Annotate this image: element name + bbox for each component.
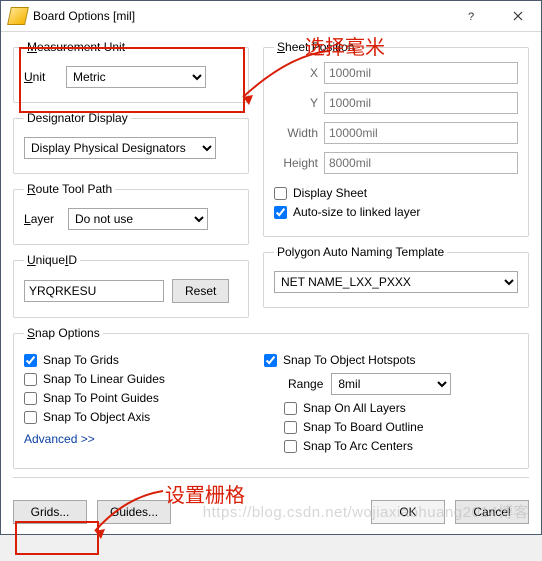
sheet-height-input [324,152,518,174]
help-icon: ? [467,11,477,21]
snap-to-hotspots-checkbox[interactable] [264,354,277,367]
display-sheet-checkbox[interactable] [274,187,287,200]
layer-label: Layer [24,212,68,226]
snap-to-grids-checkbox[interactable] [24,354,37,367]
sheet-x-label: X [274,66,324,80]
grids-button[interactable]: Grids... [13,500,87,524]
ok-button[interactable]: OK [371,500,445,524]
snap-arc-centers-label: Snap To Arc Centers [303,439,413,453]
advanced-link[interactable]: Advanced >> [24,432,95,446]
close-icon [513,11,523,21]
help-button[interactable]: ? [449,1,495,31]
designator-legend: Designator Display [24,111,131,125]
snap-all-layers-checkbox[interactable] [284,402,297,415]
polygon-template-group: Polygon Auto Naming Template NET NAME_LX… [263,245,529,308]
snap-all-layers-label: Snap On All Layers [303,401,406,415]
display-sheet-label: Display Sheet [293,186,367,200]
sheet-legend: Sheet Position [274,40,357,54]
uniqueid-legend: UniqueID [24,253,80,267]
range-label: Range [288,377,323,391]
route-legend: Route Tool Path [24,182,115,196]
range-select[interactable]: 8mil [331,373,451,395]
measurement-legend: Measurement Unit [24,40,128,54]
layer-select[interactable]: Do not use [68,208,208,230]
snap-to-linear-label: Snap To Linear Guides [43,372,165,386]
sheet-width-input [324,122,518,144]
unit-select[interactable]: Metric [66,66,206,88]
snap-legend: Snap Options [24,326,103,340]
sheet-y-input [324,92,518,114]
uniqueid-input[interactable] [24,280,164,302]
titlebar: Board Options [mil] ? [1,1,541,32]
snap-to-hotspots-label: Snap To Object Hotspots [283,353,416,367]
measurement-unit-group: Measurement Unit Unit Metric [13,40,249,103]
sheet-y-label: Y [274,96,324,110]
auto-size-label: Auto-size to linked layer [293,205,420,219]
snap-options-group: Snap Options Snap To Grids Snap To Linea… [13,326,529,469]
route-tool-path-group: Route Tool Path Layer Do not use [13,182,249,245]
snap-to-axis-checkbox[interactable] [24,411,37,424]
guides-button[interactable]: Guides... [97,500,171,524]
auto-size-checkbox[interactable] [274,206,287,219]
sheet-height-label: Height [274,156,324,170]
close-button[interactable] [495,1,541,31]
polygon-template-select[interactable]: NET NAME_LXX_PXXX [274,271,518,293]
svg-text:?: ? [468,11,474,21]
app-icon [7,7,29,25]
reset-button[interactable]: Reset [172,279,229,303]
footer: Grids... Guides... OK Cancel [1,494,541,534]
uniqueid-group: UniqueID Reset [13,253,249,318]
snap-to-point-label: Snap To Point Guides [43,391,159,405]
unit-label: Unit [24,70,66,84]
snap-to-grids-label: Snap To Grids [43,353,119,367]
sheet-position-group: Sheet Position X Y Width Height Display … [263,40,529,237]
snap-board-outline-label: Snap To Board Outline [303,420,424,434]
designator-select[interactable]: Display Physical Designators [24,137,216,159]
designator-display-group: Designator Display Display Physical Desi… [13,111,249,174]
cancel-button[interactable]: Cancel [455,500,529,524]
snap-board-outline-checkbox[interactable] [284,421,297,434]
snap-to-linear-checkbox[interactable] [24,373,37,386]
window-title: Board Options [mil] [33,9,135,23]
separator [13,477,529,478]
window: Board Options [mil] ? Measurement Unit U… [0,0,542,535]
polygon-legend: Polygon Auto Naming Template [274,245,447,259]
snap-arc-centers-checkbox[interactable] [284,440,297,453]
sheet-width-label: Width [274,126,324,140]
sheet-x-input [324,62,518,84]
snap-to-point-checkbox[interactable] [24,392,37,405]
snap-to-axis-label: Snap To Object Axis [43,410,150,424]
